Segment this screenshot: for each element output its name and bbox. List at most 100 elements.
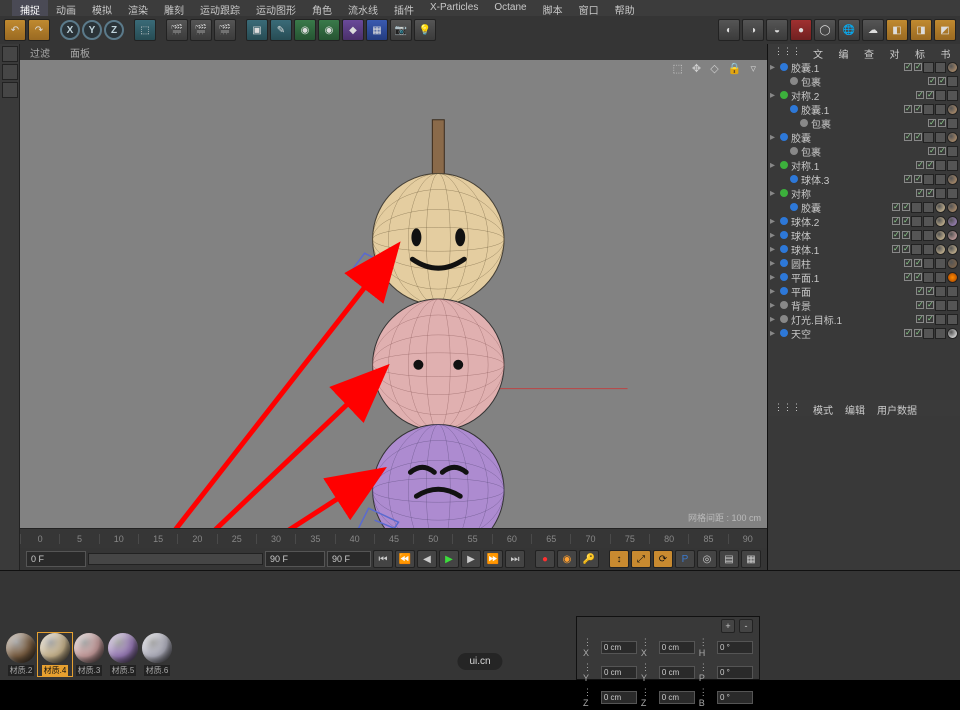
material-thumb[interactable]: 材质.3	[72, 633, 106, 676]
menu-10[interactable]: X-Particles	[422, 0, 486, 16]
coord-x-field[interactable]	[601, 641, 637, 654]
menu-5[interactable]: 运动跟踪	[192, 0, 248, 16]
menu-6[interactable]: 运动图形	[248, 0, 304, 16]
pen-icon[interactable]: ✎	[270, 19, 292, 41]
tree-label[interactable]: 包裹	[801, 74, 927, 89]
tree-label[interactable]: 灯光.目标.1	[791, 312, 915, 327]
tree-row[interactable]: ▸天空	[768, 326, 960, 340]
coord-system-icon[interactable]: ⬚	[134, 19, 156, 41]
object-tree[interactable]: ▸胶囊.1包裹▸对称.2胶囊.1包裹▸胶囊包裹▸对称.1球体.3▸对称胶囊▸球体…	[768, 60, 960, 400]
tree-row[interactable]: ▸球体.2	[768, 214, 960, 228]
key-r-icon[interactable]: ⟳	[653, 550, 673, 568]
undo-icon[interactable]: ↶	[4, 19, 26, 41]
pref3-icon[interactable]: ◩	[934, 19, 956, 41]
tree-row[interactable]: 包裹	[768, 74, 960, 88]
tree-row[interactable]: 包裹	[768, 144, 960, 158]
axis-y-button[interactable]: Y	[82, 20, 102, 40]
redo-icon[interactable]: ↷	[28, 19, 50, 41]
axis-z-button[interactable]: Z	[104, 20, 124, 40]
objtab-0[interactable]: ⋮⋮⋮	[768, 44, 807, 60]
model-mode-icon[interactable]	[2, 46, 18, 62]
menu-3[interactable]: 渲染	[120, 0, 156, 16]
record-icon[interactable]: ●	[535, 550, 555, 568]
tree-row[interactable]: 胶囊.1	[768, 102, 960, 116]
menu-12[interactable]: 脚本	[535, 0, 571, 16]
tree-label[interactable]: 天空	[791, 326, 903, 341]
tree-label[interactable]: 球体.3	[801, 172, 903, 187]
coord-p-field[interactable]	[717, 666, 753, 679]
axis-x-button[interactable]: X	[60, 20, 80, 40]
cloud-icon[interactable]: ☁	[862, 19, 884, 41]
tree-row[interactable]: 包裹	[768, 116, 960, 130]
tree-label[interactable]: 胶囊	[801, 200, 891, 215]
point-mode-icon[interactable]	[2, 82, 18, 98]
menu-2[interactable]: 模拟	[84, 0, 120, 16]
tree-label[interactable]: 胶囊.1	[801, 102, 903, 117]
attrtab-1[interactable]: 模式	[807, 400, 839, 416]
layout-3-icon[interactable]: ◒	[766, 19, 788, 41]
tree-label[interactable]: 球体.1	[791, 242, 891, 257]
tree-label[interactable]: 球体	[791, 228, 891, 243]
attrtab-3[interactable]: 用户数据	[871, 400, 923, 416]
tree-row[interactable]: ▸球体.1	[768, 242, 960, 256]
coord-h-field[interactable]	[717, 641, 753, 654]
earth-icon[interactable]: 🌐	[838, 19, 860, 41]
tree-label[interactable]: 包裹	[801, 144, 927, 159]
tree-label[interactable]: 对称.2	[791, 88, 915, 103]
menu-11[interactable]: Octane	[486, 0, 534, 16]
key-p-icon[interactable]: ↕	[609, 550, 629, 568]
tree-label[interactable]: 胶囊	[791, 130, 903, 145]
prev-frame-icon[interactable]: ◀	[417, 550, 437, 568]
camera-icon[interactable]: 📷	[390, 19, 412, 41]
tree-row[interactable]: ▸背景	[768, 298, 960, 312]
nurbs-icon[interactable]: ◉	[294, 19, 316, 41]
key-s-icon[interactable]: ⤢	[631, 550, 651, 568]
material-thumb[interactable]: 材质.4	[38, 633, 72, 676]
tree-row[interactable]: ▸灯光.目标.1	[768, 312, 960, 326]
coord-z-field[interactable]	[601, 691, 637, 704]
coord-y-field[interactable]	[601, 666, 637, 679]
fcurve-icon[interactable]: ▦	[741, 550, 761, 568]
tree-row[interactable]: ▸平面.1	[768, 270, 960, 284]
generator-icon[interactable]: ◉	[318, 19, 340, 41]
objtab-3[interactable]: 查看	[858, 44, 884, 60]
coord-sx-field[interactable]	[659, 641, 695, 654]
environment-icon[interactable]: ▦	[366, 19, 388, 41]
tree-label[interactable]: 平面.1	[791, 270, 903, 285]
coord-sy-field[interactable]	[659, 666, 695, 679]
tree-row[interactable]: ▸对称.2	[768, 88, 960, 102]
menu-7[interactable]: 角色	[304, 0, 340, 16]
menu-4[interactable]: 雕刻	[156, 0, 192, 16]
frame-range-field[interactable]	[327, 551, 371, 567]
dope-icon[interactable]: ▤	[719, 550, 739, 568]
coord-minus-button[interactable]: -	[739, 619, 753, 633]
coord-b-field[interactable]	[717, 691, 753, 704]
render-region-icon[interactable]: 🎬	[190, 19, 212, 41]
coord-plus-button[interactable]: +	[721, 619, 735, 633]
tree-label[interactable]: 背景	[791, 298, 915, 313]
tree-row[interactable]: 胶囊	[768, 200, 960, 214]
layout-record-icon[interactable]: ●	[790, 19, 812, 41]
pref2-icon[interactable]: ◨	[910, 19, 932, 41]
tree-row[interactable]: ▸圆柱	[768, 256, 960, 270]
viewport[interactable]: ⬚ ✥ ◇ 🔒 ▿	[20, 60, 767, 528]
material-thumb[interactable]: 材质.5	[106, 633, 140, 676]
tab-panel[interactable]: 面板	[62, 44, 98, 61]
key-vis-icon[interactable]: ◎	[697, 550, 717, 568]
light-icon[interactable]: 💡	[414, 19, 436, 41]
tree-label[interactable]: 平面	[791, 284, 915, 299]
menu-9[interactable]: 插件	[386, 0, 422, 16]
timeline-scrub[interactable]	[88, 553, 263, 565]
tree-row[interactable]: ▸对称.1	[768, 158, 960, 172]
tree-label[interactable]: 对称.1	[791, 158, 915, 173]
tree-label[interactable]: 球体.2	[791, 214, 891, 229]
key-icon[interactable]: 🔑	[579, 550, 599, 568]
tree-row[interactable]: 球体.3	[768, 172, 960, 186]
tree-label[interactable]: 对称	[791, 186, 915, 201]
tree-label[interactable]: 圆柱	[791, 256, 903, 271]
key-param-icon[interactable]: P	[675, 550, 695, 568]
menu-0[interactable]: 捕捉	[12, 0, 48, 16]
autokey-icon[interactable]: ◉	[557, 550, 577, 568]
attrtab-0[interactable]: ⋮⋮⋮	[768, 400, 807, 416]
menu-14[interactable]: 帮助	[607, 0, 643, 16]
